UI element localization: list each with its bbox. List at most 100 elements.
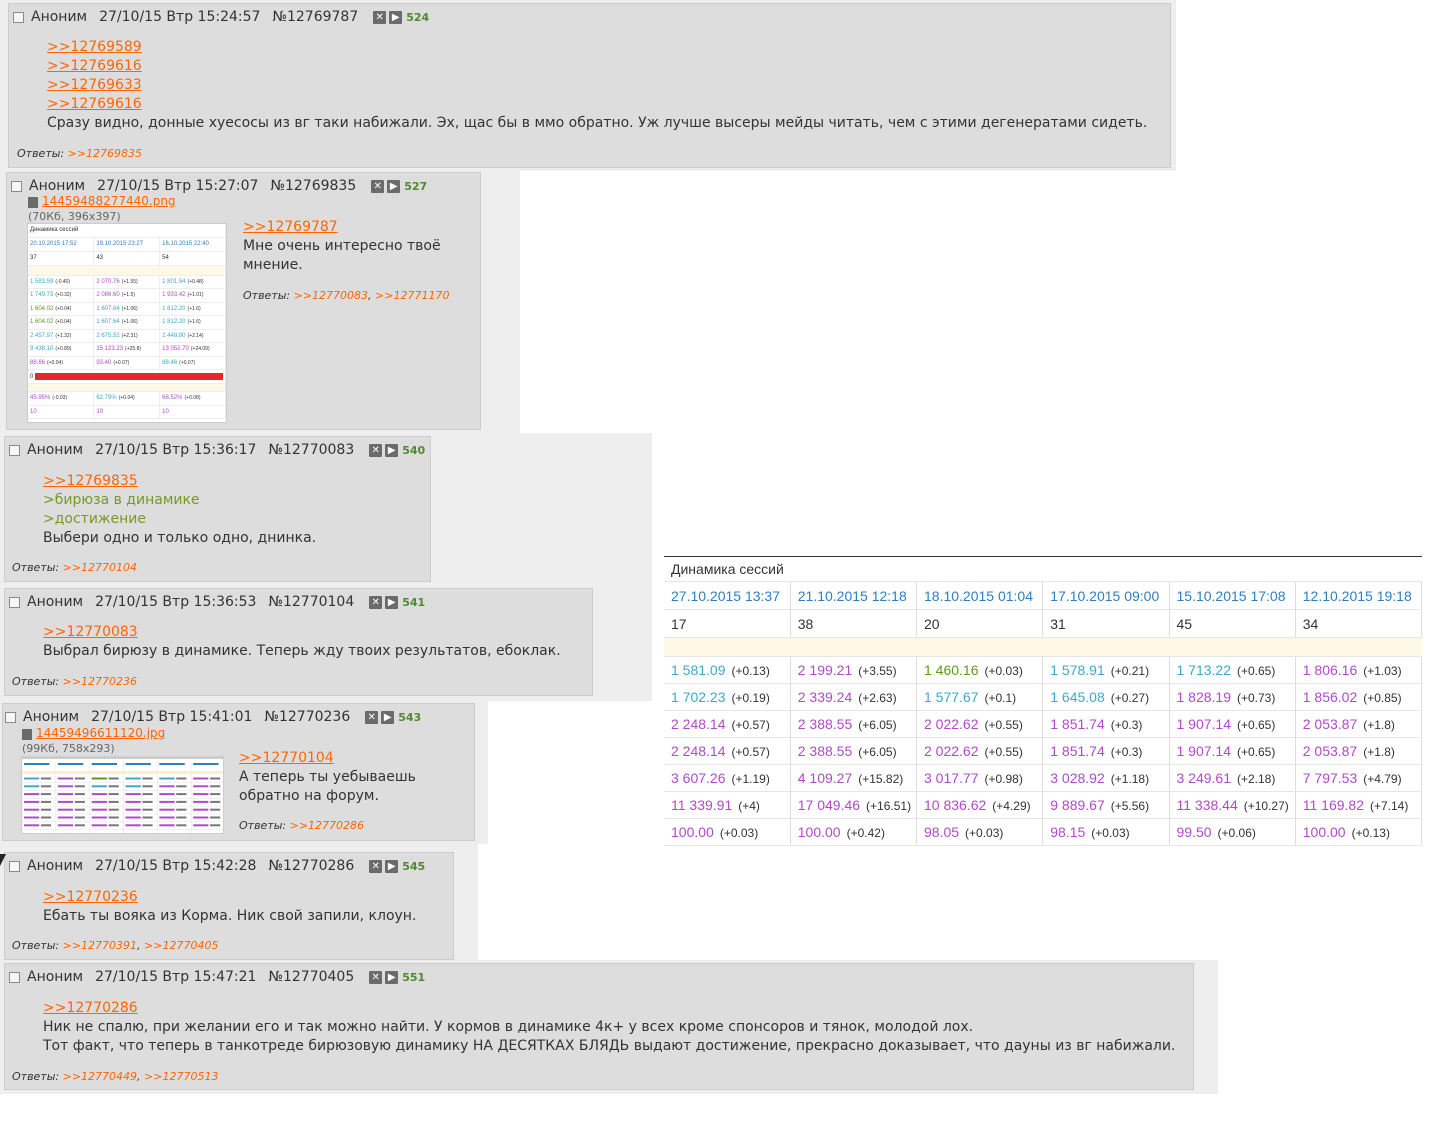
answers-label: Ответы: bbox=[12, 939, 60, 952]
post-number[interactable]: №12770104 bbox=[268, 594, 354, 610]
hide-icon[interactable]: ✕ bbox=[369, 595, 383, 609]
post-select-checkbox[interactable] bbox=[5, 711, 16, 723]
play-icon[interactable]: ▶ bbox=[385, 970, 399, 984]
reply-link[interactable]: >>12769616 bbox=[47, 95, 1147, 114]
post-message: >>12770083 Выбрал бирюзу в динамике. Теп… bbox=[43, 623, 561, 661]
thumb-delta-mark bbox=[210, 793, 221, 796]
thumb-delta: (+2.14) bbox=[187, 332, 204, 339]
thumb-cell: 10 bbox=[93, 405, 161, 419]
thumb-delta: (+25.8) bbox=[125, 346, 142, 353]
answer-link[interactable]: >>12771170 bbox=[375, 289, 449, 302]
post-count: 545 bbox=[402, 859, 426, 873]
thumb-delta-mark bbox=[176, 777, 187, 780]
thumb-delta-mark bbox=[176, 793, 187, 796]
stat-value: 1 702.23 bbox=[671, 689, 726, 705]
thumb-cell: 2 457.97 (+1.32) bbox=[28, 329, 95, 343]
reply-link[interactable]: >>12770083 bbox=[43, 623, 561, 642]
image-thumbnail[interactable] bbox=[21, 756, 224, 834]
post-select-checkbox[interactable] bbox=[9, 971, 20, 983]
thumb-value-mark bbox=[193, 816, 209, 819]
answer-link[interactable]: >>12770405 bbox=[144, 939, 218, 952]
post-count: 543 bbox=[398, 710, 422, 724]
thumb-value-mark bbox=[57, 785, 74, 788]
post-select-checkbox[interactable] bbox=[9, 444, 20, 456]
thumb-separator bbox=[28, 383, 226, 392]
answer-link[interactable]: >>12770513 bbox=[144, 1070, 218, 1083]
thumb-delta: (+24.09) bbox=[190, 346, 210, 353]
thumb-delta: (-0.40) bbox=[55, 278, 71, 285]
session-date: 27.10.2015 13:37 bbox=[664, 581, 791, 610]
stat-cell: 10 836.62 (+4.29) bbox=[916, 791, 1044, 819]
reply-link[interactable]: >>12769787 bbox=[243, 218, 441, 237]
post-select-checkbox[interactable] bbox=[9, 596, 20, 608]
stat-cell: 17 049.46 (+16.51) bbox=[790, 791, 918, 819]
reply-link[interactable]: >>12769633 bbox=[47, 76, 1147, 95]
play-icon[interactable]: ▶ bbox=[385, 595, 399, 609]
thumb-cell: 9 438.10 (+0.89) bbox=[28, 342, 95, 357]
answer-link[interactable]: >>12770236 bbox=[63, 675, 137, 688]
post-number[interactable]: №12770083 bbox=[268, 442, 354, 458]
post-number[interactable]: №12770286 bbox=[268, 858, 354, 874]
play-icon[interactable]: ▶ bbox=[387, 179, 401, 193]
post-number[interactable]: №12769787 bbox=[272, 9, 358, 25]
post-header: Аноним 27/10/15 Втр 15:27:07 №12769835 ✕… bbox=[11, 177, 427, 195]
stat-value: 2 022.62 bbox=[924, 743, 979, 759]
thumb-value-mark bbox=[24, 777, 40, 780]
play-icon[interactable]: ▶ bbox=[385, 859, 399, 873]
stat-value: 1 856.02 bbox=[1302, 689, 1358, 705]
thumb-delta: (+0.32) bbox=[55, 292, 72, 299]
thumb-value-mark bbox=[24, 785, 40, 788]
thumb-value: 2 070.76 bbox=[96, 278, 120, 285]
play-icon[interactable]: ▶ bbox=[385, 443, 399, 457]
post-date: 27/10/15 Втр 15:27:07 bbox=[97, 178, 259, 194]
play-icon[interactable]: ▶ bbox=[381, 710, 395, 724]
post-number[interactable]: №12770405 bbox=[268, 969, 354, 985]
thumb-value: 10 bbox=[162, 408, 169, 415]
hide-icon[interactable]: ✕ bbox=[369, 859, 383, 873]
post-12769835: Аноним 27/10/15 Втр 15:27:07 №12769835 ✕… bbox=[6, 172, 481, 430]
stat-cell: 1 581.09 (+0.13) bbox=[664, 656, 791, 684]
image-thumbnail[interactable]: Динамика сессий 20.10.2015 17:52 19.10.201… bbox=[27, 223, 227, 423]
play-icon[interactable]: ▶ bbox=[389, 10, 403, 24]
answer-link[interactable]: >>12770391 bbox=[63, 939, 137, 952]
post-select-checkbox[interactable] bbox=[13, 11, 24, 23]
hide-icon[interactable]: ✕ bbox=[371, 179, 385, 193]
answers: Ответы: >>12770391, >>12770405 bbox=[12, 939, 219, 952]
reply-link[interactable]: >>12770104 bbox=[239, 749, 416, 768]
thumb-delta: (+1.06) bbox=[121, 305, 138, 312]
hide-icon[interactable]: ✕ bbox=[369, 443, 383, 457]
post-select-checkbox[interactable] bbox=[11, 180, 22, 192]
post-message: >>12769787 Мне очень интересно твоё мнен… bbox=[243, 218, 441, 275]
hide-icon[interactable]: ✕ bbox=[373, 10, 387, 24]
answer-link[interactable]: >>12770286 bbox=[290, 819, 364, 832]
stat-delta: (+4) bbox=[738, 799, 760, 813]
reply-link[interactable]: >>12770286 bbox=[43, 999, 1175, 1018]
answer-link[interactable]: >>12770104 bbox=[63, 561, 137, 574]
stat-value: 100.00 bbox=[797, 824, 841, 840]
post-number[interactable]: №12769835 bbox=[270, 178, 356, 194]
post-select-checkbox[interactable] bbox=[9, 860, 20, 872]
file-link[interactable]: 14459488277440.png bbox=[42, 194, 176, 208]
answer-link[interactable]: >>12770083 bbox=[294, 289, 368, 302]
thumb-value-mark bbox=[193, 777, 209, 780]
reply-link[interactable]: >>12769835 bbox=[43, 472, 316, 491]
stat-cell: 1 577.67 (+0.1) bbox=[916, 683, 1044, 711]
hide-icon[interactable]: ✕ bbox=[369, 970, 383, 984]
thumb-cell: 1 604.02 (+0.04) bbox=[28, 315, 95, 330]
reply-link[interactable]: >>12769589 bbox=[47, 38, 1147, 57]
answer-link[interactable]: >>12769835 bbox=[68, 147, 142, 160]
thumb-value: 1 607.64 bbox=[96, 305, 120, 312]
reply-link[interactable]: >>12770236 bbox=[43, 888, 416, 907]
thumb-delta-mark bbox=[40, 816, 52, 819]
stat-value: 1 713.22 bbox=[1176, 662, 1232, 678]
post-number[interactable]: №12770236 bbox=[264, 709, 350, 725]
stat-value: 2 053.87 bbox=[1302, 743, 1358, 759]
reply-link[interactable]: >>12769616 bbox=[47, 57, 1147, 76]
file-link[interactable]: 14459496611120.jpg bbox=[36, 726, 165, 740]
answer-link[interactable]: >>12770449 bbox=[63, 1070, 137, 1083]
stat-value: 98.05 bbox=[924, 824, 960, 840]
message-text: Ебать ты вояка из Корма. Ник свой запили… bbox=[43, 908, 417, 924]
stat-value: 100.00 bbox=[671, 824, 714, 840]
hide-icon[interactable]: ✕ bbox=[365, 710, 379, 724]
stat-cell: 2 248.14 (+0.57) bbox=[664, 737, 791, 765]
